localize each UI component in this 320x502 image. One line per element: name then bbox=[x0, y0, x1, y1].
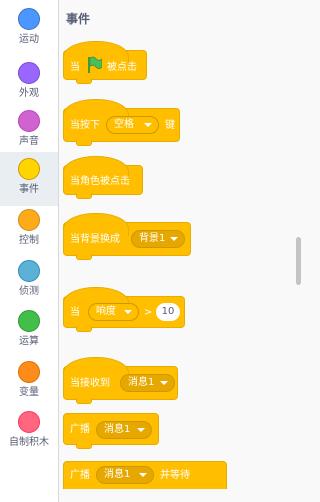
when-backdrop-switches-block[interactable]: 当背景换成 背景1 bbox=[63, 213, 191, 260]
message-dropdown[interactable]: 消息1 bbox=[96, 421, 152, 439]
section-title: 事件 bbox=[66, 12, 91, 26]
block-text: 被点击 bbox=[107, 62, 137, 73]
block-notch bbox=[76, 254, 92, 260]
message-dropdown[interactable]: 消息1 bbox=[96, 466, 154, 484]
when-sprite-clicked-block[interactable]: 当角色被点击 bbox=[63, 156, 143, 199]
block-text: 当 bbox=[70, 307, 80, 318]
block-notch bbox=[76, 193, 92, 199]
looks-dot-icon bbox=[18, 62, 40, 84]
when-key-pressed-block[interactable]: 当按下 空格 键 bbox=[63, 99, 180, 146]
key-dropdown[interactable]: 空格 bbox=[106, 116, 159, 134]
dropdown-arrow-icon bbox=[144, 123, 152, 127]
block-text: 广播 bbox=[70, 424, 90, 435]
dropdown-arrow-icon bbox=[170, 237, 178, 241]
message-value: 消息1 bbox=[104, 469, 131, 480]
sensing-dot-icon bbox=[18, 260, 40, 282]
hat-cap bbox=[63, 213, 129, 236]
control-dot-icon bbox=[18, 209, 40, 231]
category-looks[interactable]: 外观 bbox=[0, 56, 58, 110]
block-text: 当背景换成 bbox=[70, 234, 120, 245]
category-sensing[interactable]: 侦测 bbox=[0, 254, 58, 308]
category-operators[interactable]: 运算 bbox=[0, 304, 58, 358]
when-i-receive-block[interactable]: 当接收到 消息1 bbox=[63, 357, 178, 404]
key-value: 空格 bbox=[114, 119, 134, 130]
category-label: 运算 bbox=[19, 336, 39, 347]
block-text: 当接收到 bbox=[70, 378, 110, 389]
sound-dot-icon bbox=[18, 110, 40, 132]
category-events[interactable]: 事件 bbox=[0, 152, 58, 206]
category-my-blocks[interactable]: 自制积木 bbox=[0, 405, 58, 459]
category-label: 运动 bbox=[19, 34, 39, 45]
category-label: 外观 bbox=[19, 88, 39, 99]
block-text: 当角色被点击 bbox=[70, 176, 130, 187]
category-sidebar: 运动 外观 声音 事件 控制 侦测 运算 变量 自制积木 bbox=[0, 0, 59, 502]
events-dot-icon bbox=[18, 158, 40, 180]
threshold-input[interactable]: 10 bbox=[156, 303, 180, 321]
category-variables[interactable]: 变量 bbox=[0, 355, 58, 409]
when-flag-clicked-block[interactable]: 当 被点击 bbox=[63, 41, 147, 84]
block-text: 当 bbox=[70, 62, 80, 73]
backdrop-dropdown[interactable]: 背景1 bbox=[131, 230, 185, 248]
category-label: 自制积木 bbox=[9, 437, 49, 448]
broadcast-and-wait-clip: 广播 消息1 并等待 bbox=[59, 455, 259, 489]
category-motion[interactable]: 运动 bbox=[0, 2, 58, 56]
backdrop-value: 背景1 bbox=[139, 233, 166, 244]
category-label: 控制 bbox=[19, 235, 39, 246]
block-text: 并等待 bbox=[160, 470, 190, 481]
my-blocks-dot-icon bbox=[18, 411, 40, 433]
category-sound[interactable]: 声音 bbox=[0, 104, 58, 158]
operators-dot-icon bbox=[18, 310, 40, 332]
green-flag-icon bbox=[88, 56, 102, 73]
broadcast-block[interactable]: 广播 消息1 bbox=[63, 413, 159, 449]
category-label: 变量 bbox=[19, 387, 39, 398]
sensor-dropdown[interactable]: 响度 bbox=[88, 303, 139, 321]
sensor-value: 响度 bbox=[96, 306, 116, 317]
message-dropdown[interactable]: 消息1 bbox=[120, 374, 175, 392]
category-label: 声音 bbox=[19, 136, 39, 147]
block-text: 广播 bbox=[70, 470, 90, 481]
block-notch bbox=[76, 398, 92, 404]
motion-dot-icon bbox=[18, 8, 40, 30]
dropdown-arrow-icon bbox=[124, 310, 132, 314]
broadcast-and-wait-block[interactable]: 广播 消息1 并等待 bbox=[63, 461, 227, 489]
variables-dot-icon bbox=[18, 361, 40, 383]
hat-cap bbox=[63, 357, 129, 380]
block-text: 键 bbox=[165, 120, 175, 131]
palette-scrollbar[interactable] bbox=[296, 237, 301, 285]
category-label: 侦测 bbox=[19, 286, 39, 297]
block-notch bbox=[76, 326, 92, 332]
message-value: 消息1 bbox=[128, 377, 155, 388]
dropdown-arrow-icon bbox=[139, 473, 147, 477]
block-notch bbox=[76, 443, 92, 449]
when-greater-than-block[interactable]: 当 响度 > 10 bbox=[63, 287, 185, 332]
block-notch bbox=[76, 78, 92, 84]
dropdown-arrow-icon bbox=[160, 381, 168, 385]
category-label: 事件 bbox=[19, 184, 39, 195]
block-text: 当按下 bbox=[70, 120, 100, 131]
message-value: 消息1 bbox=[104, 424, 131, 435]
operator-text: > bbox=[144, 307, 153, 318]
dropdown-arrow-icon bbox=[137, 428, 145, 432]
block-notch bbox=[76, 140, 92, 146]
category-control[interactable]: 控制 bbox=[0, 203, 58, 257]
